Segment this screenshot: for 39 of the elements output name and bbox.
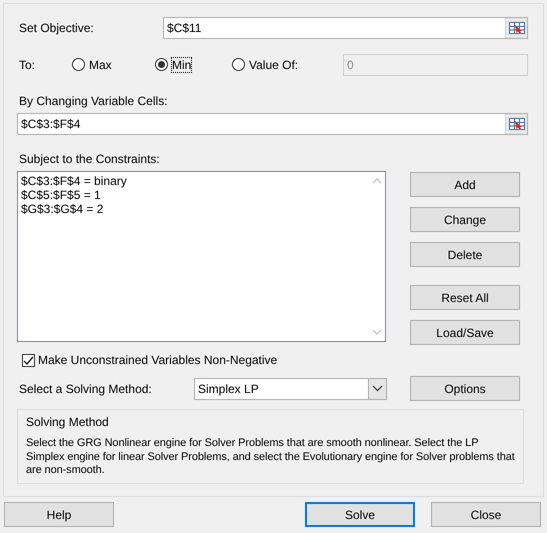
- dialog-button[interactable]: Help: [4, 502, 114, 527]
- constraint-button[interactable]: Load/Save: [410, 320, 520, 345]
- to-label: To:: [18, 58, 36, 72]
- radio-label[interactable]: Value Of:: [249, 58, 298, 72]
- constraint-item[interactable]: $C$5:$F$5 = 1: [21, 188, 365, 202]
- objective-label: Set Objective:: [18, 21, 95, 35]
- checkbox[interactable]: [22, 354, 35, 366]
- options-button[interactable]: Options: [410, 376, 520, 401]
- constraint-button[interactable]: Change: [410, 207, 520, 232]
- constraint-button[interactable]: Delete: [410, 242, 520, 267]
- radio-button[interactable]: [155, 58, 168, 71]
- grid-arrow-icon: [508, 22, 524, 34]
- radio-button[interactable]: [232, 58, 245, 71]
- objective-field[interactable]: $C$11: [163, 17, 528, 39]
- radio-label[interactable]: Max: [89, 58, 112, 72]
- collapse-dialog-button[interactable]: [505, 114, 527, 134]
- grid-arrow-icon: [508, 118, 524, 130]
- method-dropdown[interactable]: Simplex LP: [194, 378, 387, 400]
- radio-label[interactable]: Min: [172, 58, 192, 72]
- description-title: Solving Method: [26, 415, 110, 429]
- dialog-button[interactable]: Close: [431, 502, 541, 527]
- dialog-button[interactable]: Solve: [305, 502, 415, 527]
- constraint-item[interactable]: $G$3:$G$4 = 2: [21, 202, 365, 216]
- collapse-dialog-button[interactable]: [505, 18, 527, 38]
- method-label: Select a Solving Method:: [18, 382, 153, 396]
- variables-field[interactable]: $C$3:$F$4: [17, 113, 528, 135]
- scroll-down-icon: [372, 329, 382, 335]
- scroll-up-icon: [372, 178, 382, 184]
- constraint-button[interactable]: Add: [410, 172, 520, 197]
- description-text: Select the GRG Nonlinear engine for Solver Problems that are smooth nonlinear. Select the LP Simplex engine for linear Solver Problems, and select the Evolutionary engine for Solver problems that are non-smooth.: [26, 437, 515, 478]
- constraints-list[interactable]: $C$3:$F$4 = binary $C$5:$F$5 = 1 $G$3:$G$4 = 2: [17, 171, 386, 342]
- constraints-label: Subject to the Constraints:: [18, 152, 161, 166]
- radio-button[interactable]: [72, 58, 85, 71]
- check-icon: [23, 356, 34, 364]
- constraint-item[interactable]: $C$3:$F$4 = binary: [21, 174, 365, 188]
- dropdown-icon: [372, 385, 383, 392]
- checkbox-label[interactable]: Make Unconstrained Variables Non-Negative: [38, 353, 278, 367]
- variables-label: By Changing Variable Cells:: [18, 94, 169, 108]
- constraint-button[interactable]: Reset All: [410, 285, 520, 310]
